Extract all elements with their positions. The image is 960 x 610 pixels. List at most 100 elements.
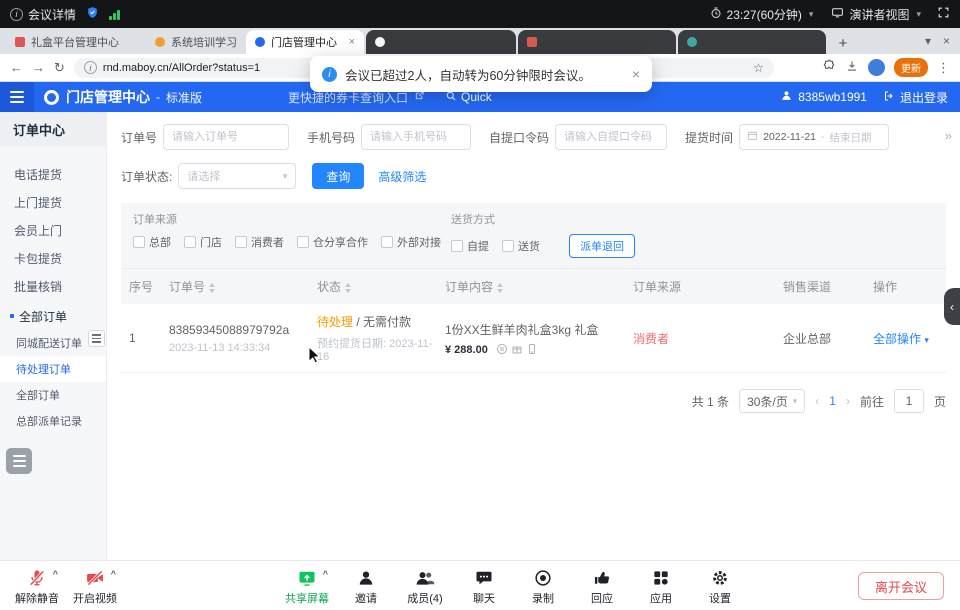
sidebar-drag-handle[interactable] xyxy=(88,330,105,347)
browser-tab-active[interactable]: 门店管理中心 × xyxy=(246,30,364,54)
checkbox-source-share[interactable]: 仓分享合作 xyxy=(297,234,368,250)
invite-button[interactable]: 邀请 xyxy=(343,567,389,606)
page-size-select[interactable]: 30条/页 ▾ xyxy=(739,389,805,413)
new-tab-button[interactable]: + xyxy=(832,32,854,54)
advanced-filter-link[interactable]: 高级筛选 xyxy=(378,168,426,185)
phone-label: 手机号码 xyxy=(307,129,355,146)
sidebar-item-card-pickup[interactable]: 卡包提货 xyxy=(0,244,106,272)
bookmark-star-icon[interactable]: ☆ xyxy=(753,61,764,75)
code-input[interactable] xyxy=(555,124,667,150)
extensions-icon[interactable] xyxy=(822,59,836,76)
phone-input[interactable] xyxy=(361,124,471,150)
fullscreen-icon[interactable] xyxy=(937,6,950,22)
checkbox-source-hq[interactable]: 总部 xyxy=(133,234,171,250)
date-range-picker[interactable]: 2022-11-21 - 结束日期 xyxy=(739,124,889,150)
unmute-button[interactable]: 解除静音 ^ xyxy=(14,567,60,606)
toast-close-icon[interactable]: × xyxy=(632,66,640,82)
side-panel-toggle[interactable]: ‹ xyxy=(944,288,960,325)
checkbox-delivery[interactable]: 送货 xyxy=(502,238,540,254)
user-account[interactable]: 8385wb1991 xyxy=(780,89,867,105)
sidebar-item-dispatch-records[interactable]: 总部派单记录 xyxy=(0,408,106,434)
sort-icon[interactable] xyxy=(209,283,215,293)
shield-check-icon[interactable] xyxy=(86,6,99,22)
browser-tab[interactable]: 系统培训学习 xyxy=(146,30,246,54)
tab-close-icon[interactable]: × xyxy=(349,36,355,48)
site-info-icon[interactable]: i xyxy=(84,61,97,74)
reload-icon[interactable]: ↻ xyxy=(54,60,65,76)
checkbox-icon xyxy=(502,240,514,252)
sidebar-item-phone-pickup[interactable]: 电话提货 xyxy=(0,160,106,188)
col-header-content[interactable]: 订单内容 xyxy=(437,278,625,295)
control-label: 解除静音 xyxy=(15,590,59,606)
share-screen-button[interactable]: 共享屏幕 ^ xyxy=(284,567,330,606)
browser-update-button[interactable]: 更新 xyxy=(894,58,928,77)
chevron-up-icon[interactable]: ^ xyxy=(111,569,116,579)
cell-content: 1份XX生鲜羊肉礼盒3kg 礼盒 ¥ 288.00 xyxy=(437,321,625,356)
checkbox-icon xyxy=(297,236,309,248)
sort-icon[interactable] xyxy=(497,283,503,293)
logout-button[interactable]: 退出登录 xyxy=(883,89,948,106)
url-text: rnd.maboy.cn/AllOrder?status=1 xyxy=(103,62,260,74)
goto-label: 前往 xyxy=(860,393,884,410)
tab-search-icon[interactable]: ▾ xyxy=(925,34,931,48)
checkbox-self-pickup[interactable]: 自提 xyxy=(451,238,489,254)
sidebar-item-batch-verify[interactable]: 批量核销 xyxy=(0,272,106,300)
chat-button[interactable]: 聊天 xyxy=(461,567,507,606)
browser-tab[interactable]: 礼盒平台管理中心 xyxy=(6,30,146,54)
browser-tab-dark[interactable] xyxy=(366,30,516,54)
window-close-icon[interactable]: × xyxy=(943,34,950,48)
control-label: 开启视频 xyxy=(73,590,117,606)
profile-avatar[interactable] xyxy=(868,59,885,76)
browser-menu-icon[interactable]: ⋮ xyxy=(937,60,950,76)
checkbox-source-external[interactable]: 外部对接 xyxy=(381,234,441,250)
checkbox-source-consumer[interactable]: 消费者 xyxy=(235,234,284,250)
forward-icon[interactable]: → xyxy=(32,60,45,75)
prev-page-button[interactable]: ‹ xyxy=(815,394,819,408)
col-header-status[interactable]: 状态 xyxy=(309,278,437,295)
camera-off-icon xyxy=(85,567,105,589)
start-video-button[interactable]: 开启视频 ^ xyxy=(72,567,118,606)
sidebar-item-door-pickup[interactable]: 上门提货 xyxy=(0,188,106,216)
goto-page-input[interactable] xyxy=(894,389,924,413)
sidebar-item-all-orders[interactable]: 全部订单 xyxy=(0,382,106,408)
all-actions-dropdown[interactable]: 全部操作 ▾ xyxy=(873,332,929,346)
status-select[interactable]: 请选择 ▾ xyxy=(178,163,296,189)
chevron-up-icon[interactable]: ^ xyxy=(53,569,58,579)
col-header-order-no[interactable]: 订单号 xyxy=(161,278,309,295)
meeting-detail[interactable]: i 会议详情 xyxy=(10,6,76,23)
tab-label: 系统培训学习 xyxy=(171,34,237,50)
next-page-button[interactable]: › xyxy=(846,394,850,408)
reaction-button[interactable]: 回应 xyxy=(579,567,625,606)
chevron-up-icon[interactable]: ^ xyxy=(323,569,328,579)
leave-meeting-button[interactable]: 离开会议 xyxy=(858,572,944,600)
members-button[interactable]: 成员(4) xyxy=(402,567,448,606)
browser-tab-dark[interactable] xyxy=(678,30,826,54)
checkbox-label: 自提 xyxy=(467,238,489,254)
sidebar-item-pending-orders[interactable]: 待处理订单 xyxy=(0,356,106,382)
download-icon[interactable] xyxy=(845,59,859,76)
sidebar-group-all-orders[interactable]: 全部订单 xyxy=(0,302,106,330)
group-marker-icon xyxy=(10,314,14,318)
sidebar-item-member-visit[interactable]: 会员上门 xyxy=(0,216,106,244)
view-mode-switch[interactable]: 演讲者视图 ▾ xyxy=(831,6,921,23)
collapse-panel-icon[interactable]: » xyxy=(945,128,952,143)
search-button[interactable]: 查询 xyxy=(312,163,364,189)
record-button[interactable]: 录制 xyxy=(520,567,566,606)
back-icon[interactable]: ← xyxy=(10,60,23,75)
current-page[interactable]: 1 xyxy=(829,394,836,408)
sort-icon[interactable] xyxy=(345,283,351,293)
checkbox-source-store[interactable]: 门店 xyxy=(184,234,222,250)
chevron-down-icon: ▾ xyxy=(916,9,921,20)
meeting-timer[interactable]: 23:27(60分钟) ▾ xyxy=(710,6,814,23)
table-row: 1 83859345088979792a 2023-11-13 14:33:34… xyxy=(121,304,946,373)
dispatch-return-button[interactable]: 派单退回 xyxy=(569,234,635,258)
cell-status: 待处理 / 无需付款 预约提货日期: 2023-11-16 xyxy=(309,313,437,363)
order-no-input[interactable] xyxy=(163,124,289,150)
reaction-icon xyxy=(592,567,612,589)
hamburger-menu-icon[interactable] xyxy=(0,82,34,112)
apps-button[interactable]: 应用 xyxy=(638,567,684,606)
monitor-icon xyxy=(831,6,844,22)
settings-button[interactable]: 设置 xyxy=(697,567,743,606)
browser-tab-dark[interactable] xyxy=(518,30,676,54)
annotation-toolbox-button[interactable] xyxy=(6,448,32,474)
